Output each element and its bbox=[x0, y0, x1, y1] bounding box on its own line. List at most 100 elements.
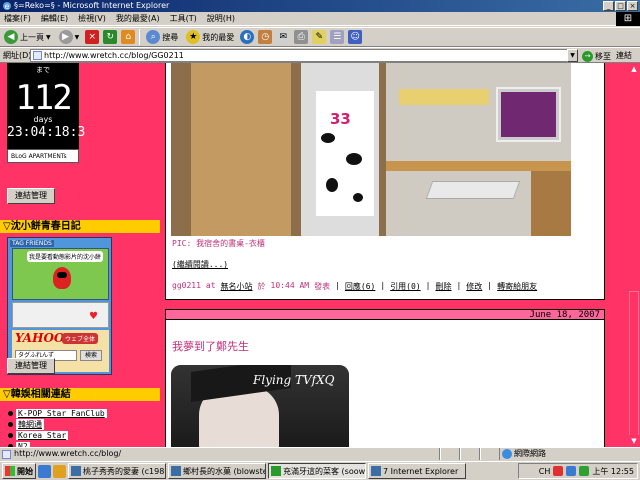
manage-links-button-2[interactable]: 連結管理 bbox=[7, 358, 55, 374]
list-item[interactable]: 韓網通 bbox=[8, 419, 158, 430]
clock[interactable]: 上午 12:55 bbox=[592, 466, 634, 477]
post-in: 於 bbox=[257, 282, 266, 291]
countdown-time: 23:04:18:3 bbox=[7, 125, 86, 140]
minimize-button[interactable]: _ bbox=[603, 1, 614, 11]
svg-text:e: e bbox=[5, 2, 10, 11]
site-link[interactable]: 無名小站 bbox=[221, 281, 253, 292]
menu-view[interactable]: 檢視(V) bbox=[78, 13, 106, 24]
menu-favorites[interactable]: 我的最愛(A) bbox=[116, 13, 160, 24]
post-posted: 發表 bbox=[314, 282, 331, 291]
status-cell bbox=[480, 448, 500, 460]
globe-icon bbox=[502, 449, 512, 459]
windows-flag-icon bbox=[5, 466, 15, 476]
korean-links-list: K-POP Star FanClub 韓網通 Korea Star N2 bbox=[8, 408, 158, 447]
start-button[interactable]: 開始 bbox=[2, 463, 36, 479]
favorites-button[interactable]: ★ 我的最愛 bbox=[184, 28, 236, 46]
list-item[interactable]: K-POP Star FanClub bbox=[8, 408, 158, 419]
messenger-icon bbox=[271, 466, 281, 476]
taskbar-item-3[interactable]: 充滿牙這的菜客 (soowe... bbox=[268, 463, 366, 479]
blog-apartments-link[interactable]: BLoG APARTMENTs bbox=[7, 149, 79, 163]
trackback-link[interactable]: 引用(0) bbox=[390, 281, 420, 292]
yahoo-search-button[interactable]: 検索 bbox=[80, 350, 102, 361]
pet-panel: ♥ bbox=[12, 302, 109, 328]
taskbar-item-4[interactable]: 7 Internet Explorer bbox=[368, 463, 466, 479]
ie-icon bbox=[371, 466, 381, 476]
messenger-icon bbox=[171, 466, 181, 476]
language-indicator[interactable]: CH bbox=[539, 467, 551, 476]
meta-separator: | bbox=[425, 281, 431, 290]
address-input[interactable]: http://www.wretch.cc/blog/GG0211 bbox=[30, 49, 578, 62]
yahoo-web-tab[interactable]: ウェブ全体 bbox=[62, 333, 99, 344]
vertical-scrollbar[interactable]: ▲ ▼ bbox=[628, 63, 640, 447]
countdown-days: 112 bbox=[15, 78, 72, 118]
print-icon[interactable]: ⎙ bbox=[294, 30, 309, 44]
forward-dropdown-icon[interactable]: ▼ bbox=[75, 34, 80, 41]
history-icon[interactable]: ◷ bbox=[258, 30, 273, 44]
sidebar-header-korean: ▽韓娛相關連結 bbox=[0, 388, 160, 401]
countdown-widget[interactable]: まで 112 days 23:04:18:3 BLoG APARTMENTs bbox=[7, 63, 86, 163]
post-date-bar: June 18, 2007 bbox=[165, 309, 605, 320]
search-label: 搜尋 bbox=[162, 32, 179, 42]
forward-button[interactable]: ▶ ▼ bbox=[57, 28, 82, 46]
status-text: http://www.wretch.cc/blog/ bbox=[0, 448, 440, 460]
photo-caption: PIC: 我宿舍的書桌-衣櫃 bbox=[172, 239, 265, 248]
close-button[interactable]: × bbox=[627, 1, 638, 11]
manage-links-button[interactable]: 連結管理 bbox=[7, 188, 55, 204]
read-more-link[interactable]: (繼續閱讀...) bbox=[172, 259, 228, 270]
scroll-down-icon[interactable]: ▼ bbox=[628, 435, 640, 447]
status-cell bbox=[440, 448, 460, 460]
search-button[interactable]: ⌕ 搜尋 bbox=[144, 28, 180, 46]
cow-spot bbox=[346, 153, 362, 165]
maximize-button[interactable]: □ bbox=[615, 1, 626, 11]
media-icon[interactable]: ◐ bbox=[240, 30, 255, 44]
taskbar-item-2[interactable]: 鄉村長的水菓 (blowste... bbox=[168, 463, 266, 479]
search-icon: ⌕ bbox=[146, 30, 161, 44]
home-icon[interactable]: ⌂ bbox=[121, 30, 136, 44]
meta-separator: | bbox=[335, 281, 340, 290]
tray-icon[interactable] bbox=[553, 466, 564, 476]
taskbar-item-1[interactable]: 桃子秀秀的愛妻 (c1986... bbox=[68, 463, 166, 479]
edit-icon[interactable]: ✎ bbox=[312, 30, 327, 44]
go-label: 移至 bbox=[595, 51, 611, 61]
address-dropdown[interactable]: ▼ bbox=[567, 49, 578, 62]
pet-speech-bubble: 我是要看動態影片的沈小餅 bbox=[27, 251, 104, 262]
mail-icon[interactable]: ✉ bbox=[276, 30, 291, 44]
menu-help[interactable]: 說明(H) bbox=[207, 13, 235, 24]
back-dropdown-icon[interactable]: ▼ bbox=[46, 34, 51, 41]
menu-edit[interactable]: 編輯(E) bbox=[41, 13, 68, 24]
stop-icon[interactable]: × bbox=[85, 30, 100, 44]
dorm-desk-photo: 33 bbox=[171, 63, 571, 236]
shelf-items bbox=[399, 89, 489, 105]
discuss-icon[interactable]: ☰ bbox=[330, 30, 345, 44]
sidebar-header-diary: ▽沈小餅青春日記 bbox=[0, 220, 160, 233]
favorites-label: 我的最愛 bbox=[202, 32, 235, 42]
tray-icon[interactable] bbox=[566, 466, 577, 476]
countdown-top-label: まで bbox=[36, 66, 50, 74]
refresh-icon[interactable]: ↻ bbox=[103, 30, 118, 44]
toolbar-separator bbox=[139, 29, 141, 45]
forward-arrow-icon: ▶ bbox=[58, 30, 73, 44]
post-title[interactable]: 我夢到了鄭先生 bbox=[172, 338, 249, 354]
quicklaunch-ie-icon[interactable] bbox=[38, 464, 51, 478]
reply-link[interactable]: 回應(6) bbox=[345, 281, 375, 292]
toolbar: ◀ 上一頁 ▼ ▶ ▼ × ↻ ⌂ ⌕ 搜尋 ★ 我的最愛 ◐ ◷ ✉ ⎙ ✎ … bbox=[0, 27, 640, 47]
quicklaunch-folder-icon[interactable] bbox=[53, 464, 66, 478]
links-button[interactable]: 連結 bbox=[616, 49, 632, 63]
messenger-icon[interactable]: ☺ bbox=[348, 30, 363, 44]
monitor bbox=[496, 87, 561, 142]
share-link[interactable]: 轉寄給朋友 bbox=[497, 281, 537, 292]
address-bar: 網址(D) http://www.wretch.cc/blog/GG0211 ▼… bbox=[0, 47, 640, 63]
go-button[interactable]: → 移至 bbox=[582, 49, 611, 63]
tray-icon[interactable] bbox=[579, 466, 590, 476]
menu-file[interactable]: 檔案(F) bbox=[4, 13, 31, 24]
list-item[interactable]: Korea Star bbox=[8, 430, 158, 441]
delete-link[interactable]: 刪除 bbox=[435, 281, 451, 292]
scroll-up-icon[interactable]: ▲ bbox=[628, 63, 640, 75]
menu-tools[interactable]: 工具(T) bbox=[170, 13, 197, 24]
back-button[interactable]: ◀ 上一頁 ▼ bbox=[2, 28, 53, 46]
page-viewport: まで 112 days 23:04:18:3 BLoG APARTMENTs 連… bbox=[0, 63, 628, 447]
bullet-icon bbox=[8, 422, 13, 427]
tag-friends-widget[interactable]: TAG FRIENDS 我是要看動態影片的沈小餅 ♥ YAHOO! ウェブ全体 … bbox=[7, 237, 112, 375]
scroll-thumb[interactable] bbox=[629, 291, 639, 441]
edit-link[interactable]: 修改 bbox=[466, 281, 482, 292]
